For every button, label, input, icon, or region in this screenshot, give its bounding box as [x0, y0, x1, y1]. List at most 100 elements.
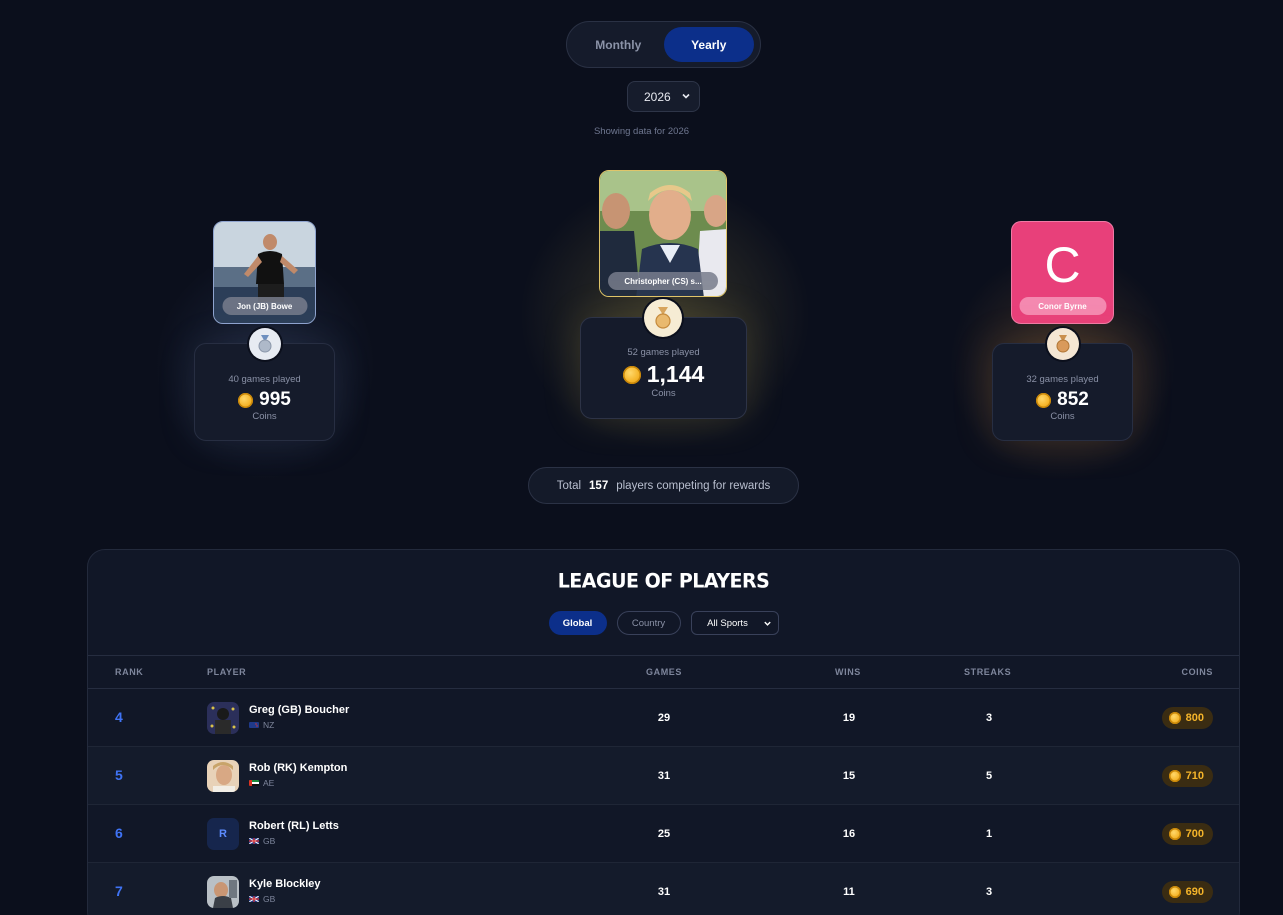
games-played: 52 games played — [627, 347, 700, 358]
sports-select[interactable]: All Sports — [690, 611, 779, 635]
coins-value: 852 — [1057, 389, 1089, 410]
filter-country[interactable]: Country — [616, 611, 681, 635]
silver-medal-icon — [249, 328, 281, 360]
league-panel: LEAGUE OF PLAYERS Global Country All Spo… — [87, 549, 1240, 915]
avatar: R — [207, 818, 239, 850]
row-streaks: 3 — [985, 712, 993, 724]
gb-flag-icon — [249, 896, 259, 902]
chevron-down-icon — [763, 621, 771, 626]
row-coins-badge: 710 — [1161, 765, 1213, 787]
row-games: 31 — [657, 770, 671, 782]
gold-medal-icon — [644, 299, 682, 337]
monthly-tab[interactable]: Monthly — [573, 27, 664, 62]
col-player[interactable]: PLAYER — [207, 667, 246, 677]
player-name[interactable]: Robert (RL) Letts — [249, 820, 339, 832]
row-rank: 5 — [115, 767, 123, 783]
row-streaks: 1 — [985, 828, 993, 840]
col-streaks[interactable]: STREAKS — [964, 667, 1011, 677]
row-coins: 710 — [1185, 770, 1204, 782]
coin-icon — [1168, 712, 1181, 724]
table-header: RANK PLAYER GAMES WINS STREAKS COINS — [88, 655, 1239, 689]
total-players-pill: Total 157 players competing for rewards — [528, 467, 799, 504]
col-coins[interactable]: COINS — [1181, 667, 1213, 677]
year-select[interactable]: 2026 — [627, 81, 700, 112]
row-games: 25 — [657, 828, 671, 840]
row-wins: 16 — [842, 828, 856, 840]
avatar-initial: C — [1044, 237, 1081, 293]
coins-label: Coins — [252, 411, 277, 422]
total-prefix: Total — [556, 479, 582, 492]
podium-third-name: Conor Byrne — [1019, 297, 1106, 315]
podium-first-avatar[interactable]: Christopher (CS) s... — [599, 170, 727, 297]
filter-global[interactable]: Global — [548, 611, 607, 635]
league-title: LEAGUE OF PLAYERS — [557, 569, 770, 593]
year-select-value: 2026 — [644, 89, 671, 104]
player-name[interactable]: Kyle Blockley — [249, 878, 321, 890]
row-coins: 800 — [1185, 712, 1204, 724]
coins-label: Coins — [651, 388, 676, 399]
row-rank: 7 — [115, 883, 123, 899]
coin-icon — [1168, 770, 1181, 782]
player-name[interactable]: Greg (GB) Boucher — [249, 704, 349, 716]
games-played: 40 games played — [228, 374, 301, 385]
country-code: GB — [263, 894, 276, 904]
ae-flag-icon — [249, 780, 259, 786]
player-country: GB — [249, 836, 275, 846]
row-coins: 700 — [1185, 828, 1204, 840]
coins-label: Coins — [1050, 411, 1075, 422]
games-played: 32 games played — [1026, 374, 1099, 385]
coins-value: 995 — [259, 389, 291, 410]
yearly-tab[interactable]: Yearly — [663, 27, 754, 62]
chevron-down-icon — [682, 93, 690, 99]
col-rank[interactable]: RANK — [115, 667, 143, 677]
coin-icon — [1168, 886, 1181, 898]
row-games: 31 — [657, 886, 671, 898]
avatar — [207, 702, 239, 734]
podium-first-name: Christopher (CS) s... — [608, 272, 718, 290]
bronze-medal-icon — [1047, 328, 1079, 360]
row-streaks: 3 — [985, 886, 993, 898]
col-wins[interactable]: WINS — [835, 667, 861, 677]
avatar — [207, 760, 239, 792]
row-games: 29 — [657, 712, 671, 724]
showing-data-text: Showing data for 2026 — [593, 126, 690, 137]
table-row[interactable]: 7 Kyle Blockley GB 31 11 3 690 — [88, 863, 1239, 915]
coin-icon — [1168, 828, 1181, 840]
row-wins: 15 — [842, 770, 856, 782]
podium-second-avatar[interactable]: Jon (JB) Bowe — [213, 221, 316, 324]
coin-icon — [238, 392, 254, 408]
coins-value: 1,144 — [646, 361, 705, 387]
total-suffix: players competing for rewards — [616, 479, 771, 492]
row-wins: 11 — [843, 886, 855, 898]
row-rank: 4 — [115, 709, 123, 725]
coin-icon — [1036, 392, 1052, 408]
league-filters: Global Country All Sports — [88, 611, 1239, 635]
avatar — [207, 876, 239, 908]
table-row[interactable]: 5 Rob (RK) Kempton AE 31 15 5 710 — [88, 747, 1239, 805]
country-code: NZ — [263, 720, 275, 730]
total-count: 157 — [589, 479, 609, 492]
coin-icon — [622, 365, 641, 384]
player-country: NZ — [249, 720, 274, 730]
col-games[interactable]: GAMES — [646, 667, 682, 677]
row-coins: 690 — [1185, 886, 1204, 898]
row-streaks: 5 — [985, 770, 993, 782]
player-country: AE — [249, 778, 274, 788]
country-code: AE — [263, 778, 275, 788]
country-code: GB — [263, 836, 276, 846]
row-rank: 6 — [115, 825, 123, 841]
row-coins-badge: 800 — [1161, 707, 1213, 729]
podium-third-avatar[interactable]: C Conor Byrne — [1011, 221, 1114, 324]
sports-select-value: All Sports — [707, 617, 748, 629]
row-coins-badge: 700 — [1161, 823, 1213, 845]
period-toggle: Monthly Yearly — [566, 21, 761, 68]
player-country: GB — [249, 894, 275, 904]
gb-flag-icon — [249, 838, 259, 844]
row-wins: 19 — [842, 712, 856, 724]
podium-second-name: Jon (JB) Bowe — [222, 297, 307, 315]
table-row[interactable]: 4 Greg (GB) Boucher NZ 29 19 3 800 — [88, 689, 1239, 747]
row-coins-badge: 690 — [1161, 881, 1213, 903]
table-row[interactable]: 6 R Robert (RL) Letts GB 25 16 1 700 — [88, 805, 1239, 863]
nz-flag-icon — [249, 722, 259, 728]
player-name[interactable]: Rob (RK) Kempton — [249, 762, 347, 774]
